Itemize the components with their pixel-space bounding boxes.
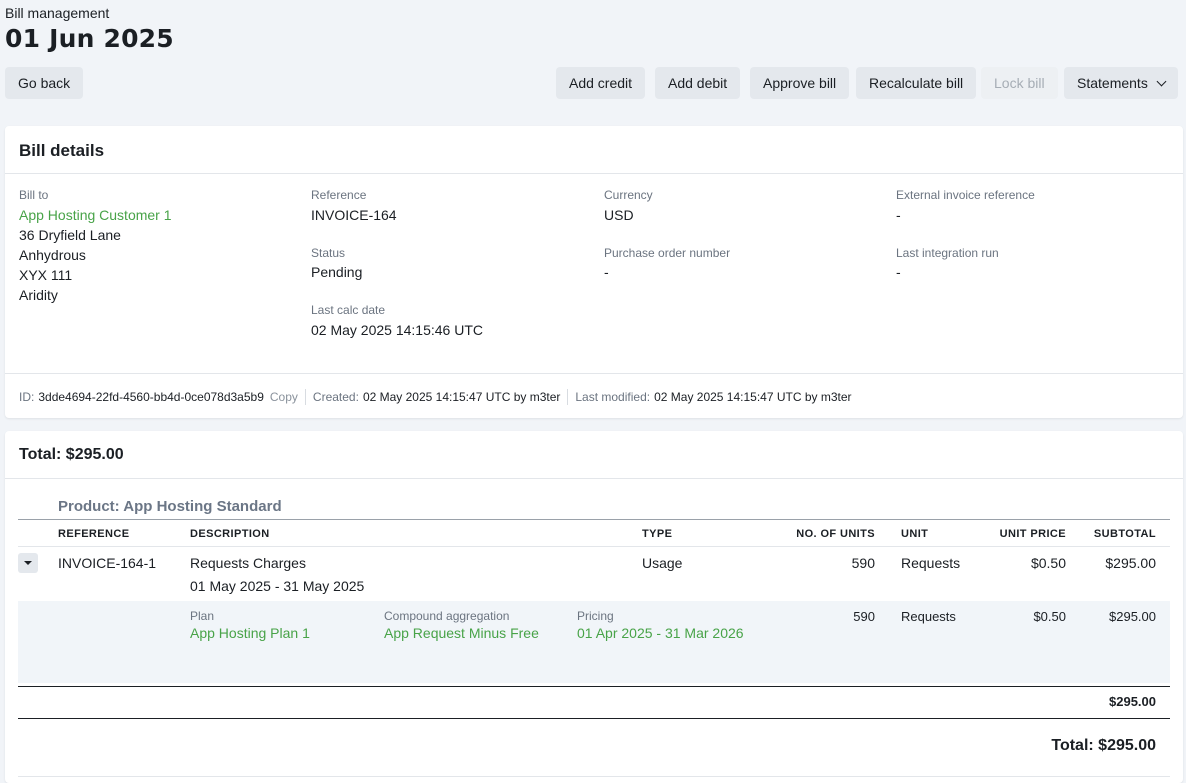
bill-id: 3dde4694-22fd-4560-bb4d-0ce078d3a5b9 xyxy=(38,390,264,404)
add-debit-button[interactable]: Add debit xyxy=(655,67,741,99)
expand-row-button[interactable] xyxy=(18,553,38,573)
line-units: 590 xyxy=(851,555,875,571)
address-line-1: 36 Dryfield Lane xyxy=(19,227,121,243)
line-period: 01 May 2025 - 31 May 2025 xyxy=(190,578,365,594)
modified-label: Last modified: xyxy=(575,390,651,404)
column-header-unit-price: UNIT PRICE xyxy=(999,528,1066,540)
last-calc-label: Last calc date xyxy=(311,303,386,317)
total-title: Total: $295.00 xyxy=(19,446,124,463)
plan-link[interactable]: App Hosting Plan 1 xyxy=(190,625,310,641)
po-label: Purchase order number xyxy=(604,246,731,260)
currency-value: USD xyxy=(604,207,634,223)
statements-label: Statements xyxy=(1077,75,1148,91)
column-header-description: DESCRIPTION xyxy=(190,528,270,540)
bill-to-label: Bill to xyxy=(19,188,49,202)
address-line-4: Aridity xyxy=(19,287,58,303)
created-label: Created: xyxy=(312,390,359,404)
line-description-link[interactable]: Requests Charges xyxy=(190,555,306,571)
copy-id-button[interactable]: Copy xyxy=(270,390,298,404)
column-header-subtotal: SUBTOTAL xyxy=(1093,528,1156,540)
external-ref-value: - xyxy=(896,207,901,223)
modified-value: 02 May 2025 14:15:47 UTC by m3ter xyxy=(654,390,852,404)
line-type: Usage xyxy=(642,555,683,571)
pricing-label: Pricing xyxy=(577,609,614,623)
external-ref-label: External invoice reference xyxy=(896,188,1035,202)
pricing-link[interactable]: 01 Apr 2025 - 31 Mar 2026 xyxy=(577,625,744,641)
line-subtotal: $295.00 xyxy=(1105,555,1156,571)
grand-total: Total: $295.00 xyxy=(1051,737,1156,754)
divider xyxy=(18,718,1170,719)
id-label: ID: xyxy=(19,390,35,404)
detail-unit-price: $0.50 xyxy=(1033,609,1066,624)
bill-details-card: Bill details Bill to App Hosting Custome… xyxy=(5,126,1183,418)
currency-label: Currency xyxy=(604,188,653,202)
column-header-units: NO. OF UNITS xyxy=(796,528,875,540)
last-integration-value: - xyxy=(896,264,901,280)
divider xyxy=(18,776,1170,777)
product-heading: Product: App Hosting Standard xyxy=(58,498,282,515)
approve-bill-button[interactable]: Approve bill xyxy=(750,67,850,99)
page-title: 01 Jun 2025 xyxy=(5,24,174,53)
detail-units: 590 xyxy=(853,609,875,624)
column-header-reference: REFERENCE xyxy=(58,528,130,540)
address-line-3: XYX 111 xyxy=(19,267,73,283)
divider xyxy=(5,478,1183,479)
line-unit: Requests xyxy=(901,555,961,571)
go-back-button[interactable]: Go back xyxy=(5,67,84,99)
separator xyxy=(304,389,306,405)
detail-unit: Requests xyxy=(901,609,956,624)
aggregation-label: Compound aggregation xyxy=(384,609,510,623)
recalculate-bill-button[interactable]: Recalculate bill xyxy=(856,67,977,99)
customer-link[interactable]: App Hosting Customer 1 xyxy=(19,207,172,223)
bill-lines-card: Total: $295.00 Product: App Hosting Stan… xyxy=(5,431,1183,783)
line-unit-price: $0.50 xyxy=(1030,555,1066,571)
bill-details-title: Bill details xyxy=(19,141,105,160)
column-header-unit: UNIT xyxy=(901,528,929,540)
last-calc-value: 02 May 2025 14:15:46 UTC xyxy=(311,322,483,338)
detail-subtotal: $295.00 xyxy=(1109,609,1156,624)
plan-label: Plan xyxy=(190,609,215,623)
divider xyxy=(5,173,1183,174)
aggregation-link[interactable]: App Request Minus Free xyxy=(384,625,539,641)
record-meta: ID: 3dde4694-22fd-4560-bb4d-0ce078d3a5b9… xyxy=(19,389,852,405)
reference-value: INVOICE-164 xyxy=(311,207,397,223)
address-line-2: Anhydrous xyxy=(19,247,86,263)
product-subtotal: $295.00 xyxy=(1109,694,1156,709)
status-label: Status xyxy=(311,246,346,260)
chevron-down-icon xyxy=(1156,76,1167,86)
add-credit-button[interactable]: Add credit xyxy=(556,67,646,99)
created-value: 02 May 2025 14:15:47 UTC by m3ter xyxy=(362,390,561,404)
status-value: Pending xyxy=(311,264,363,280)
reference-label: Reference xyxy=(311,188,367,202)
divider xyxy=(18,686,1170,687)
last-integration-label: Last integration run xyxy=(896,246,999,260)
divider xyxy=(18,519,1170,520)
column-header-type: TYPE xyxy=(642,528,673,540)
divider xyxy=(5,373,1183,374)
divider xyxy=(18,546,1170,547)
po-value: - xyxy=(604,264,609,280)
lock-bill-button[interactable]: Lock bill xyxy=(981,67,1058,99)
breadcrumb[interactable]: Bill management xyxy=(5,5,109,21)
statements-dropdown[interactable]: Statements xyxy=(1064,67,1178,99)
line-reference: INVOICE-164-1 xyxy=(58,555,157,571)
separator xyxy=(567,389,569,405)
